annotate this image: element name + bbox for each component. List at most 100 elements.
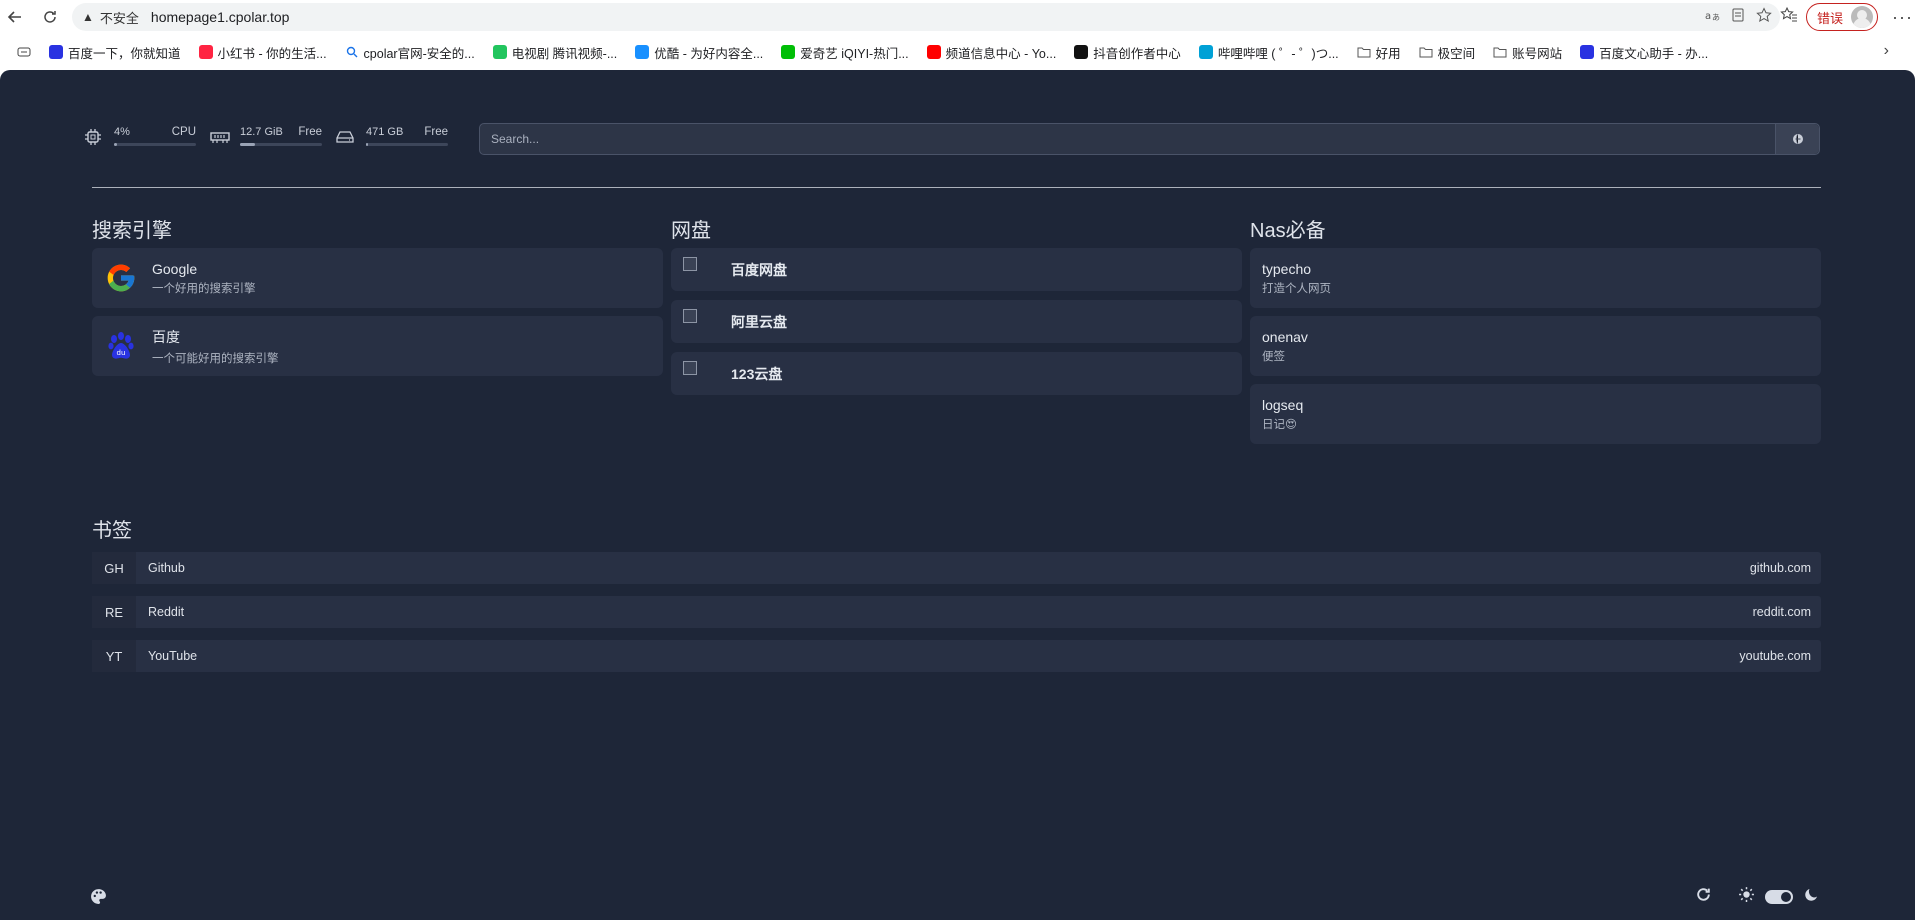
address-bar[interactable]: ▲ 不安全 homepage1.cpolar.top aあ (72, 3, 1780, 31)
bookmark-host: github.com (1749, 561, 1811, 575)
star-icon[interactable] (1756, 7, 1772, 27)
bookmark-item[interactable]: 极空间 (1410, 39, 1485, 65)
bookmark-abbr: YT (92, 640, 136, 672)
insecure-label[interactable]: 不安全 (100, 8, 139, 27)
theme-toggle[interactable] (1765, 890, 1793, 904)
douyin-icon (1074, 45, 1089, 59)
memory-stat: 12.7 GiB Free (210, 124, 322, 150)
service-card-typecho[interactable]: typecho 打造个人网页 (1250, 248, 1821, 308)
reload-icon[interactable] (39, 6, 61, 28)
bookmark-item[interactable]: 优酷 - 为好内容全... (626, 39, 772, 65)
svg-text:du: du (117, 349, 126, 357)
bookmark-label: 百度文心助手 - 办... (1599, 46, 1709, 61)
card-name: 123云盘 (731, 365, 783, 382)
bookmark-item[interactable]: 频道信息中心 - Yo... (918, 39, 1066, 65)
back-arrow-icon[interactable] (4, 6, 26, 28)
service-card-google[interactable]: Google 一个好用的搜索引擎 (92, 248, 663, 308)
hard-drive-icon (336, 129, 358, 145)
cpu-bar (114, 143, 196, 146)
card-desc: 便签 (1262, 350, 1285, 363)
moon-icon (1803, 887, 1819, 908)
card-name: 百度网盘 (731, 261, 787, 278)
baidu-icon (49, 45, 63, 59)
bookmark-abbr: GH (92, 552, 136, 584)
bookmark-row-github[interactable]: GH Github github.com (92, 552, 1821, 584)
service-card-onenav[interactable]: onenav 便签 (1250, 316, 1821, 376)
search-engine-button[interactable] (1775, 124, 1819, 154)
service-card-logseq[interactable]: logseq 日记😍 (1250, 384, 1821, 444)
bookmark-name: Reddit (148, 605, 185, 619)
disk-stat: 471 GB Free (336, 124, 448, 150)
memory-icon (210, 129, 232, 145)
iqiyi-icon (781, 45, 796, 59)
bookmark-item[interactable]: 爱奇艺 iQIYI-热门... (772, 39, 917, 65)
card-desc: 日记😍 (1262, 418, 1297, 431)
service-card-baidu[interactable]: du 百度 一个可能好用的搜索引擎 (92, 316, 663, 376)
search-box (479, 123, 1820, 155)
bookmark-item[interactable]: 哔哩哔哩 ( ゜- ゜)つ... (1190, 39, 1348, 65)
broken-image-icon (683, 308, 697, 323)
bookmark-label: 爱奇艺 iQIYI-热门... (800, 46, 909, 61)
disk-value: 471 GB (366, 126, 404, 138)
url-text[interactable]: homepage1.cpolar.top (151, 9, 290, 25)
disk-bar (366, 143, 448, 146)
system-stats: 4% CPU 12.7 GiB Free 471 GB Free (84, 124, 462, 150)
group-cloud-drives: 网盘 百度网盘 阿里云盘 123云盘 (671, 214, 1242, 404)
warning-icon: ▲ (82, 10, 94, 24)
bookmark-item[interactable]: 百度文心助手 - 办... (1571, 39, 1717, 65)
cpu-icon (84, 128, 106, 146)
cpu-label: CPU (171, 126, 196, 138)
card-name: Google (152, 260, 198, 277)
bookmark-item[interactable]: 电视剧 腾讯视频-... (484, 39, 627, 65)
cpu-value: 4% (114, 126, 130, 138)
homepage-dashboard: 4% CPU 12.7 GiB Free 471 GB Free Search.… (0, 70, 1915, 920)
bookmark-host: youtube.com (1739, 649, 1811, 663)
card-name: 阿里云盘 (731, 313, 787, 330)
google-icon (104, 261, 138, 295)
memory-bar (240, 143, 322, 146)
bookmark-label: 百度一下，你就知道 (68, 46, 181, 61)
bookmark-row-reddit[interactable]: RE Reddit reddit.com (92, 596, 1821, 628)
group-nas-essentials: Nas必备 typecho 打造个人网页 onenav 便签 logseq 日记… (1250, 214, 1821, 452)
bookmark-name: YouTube (148, 649, 198, 663)
chevron-right-icon[interactable]: › (1884, 42, 1889, 60)
bookmark-row-youtube[interactable]: YT YouTube youtube.com (92, 640, 1821, 672)
palette-icon[interactable] (90, 888, 107, 910)
profile-error-button[interactable]: 错误 (1806, 3, 1879, 31)
more-menu-icon[interactable]: ··· (1892, 7, 1913, 28)
bookmark-label: 好用 (1375, 46, 1401, 61)
bookmarks-toggle-icon[interactable] (8, 39, 40, 65)
bookmark-item[interactable]: 百度一下，你就知道 (40, 39, 190, 65)
search-icon (345, 45, 359, 59)
service-card-baidu-netdisk[interactable]: 百度网盘 (671, 248, 1242, 291)
folder-icon (1357, 45, 1371, 59)
bookmark-label: 电视剧 腾讯视频-... (511, 46, 618, 61)
bookmark-label: 哔哩哔哩 ( ゜- ゜)つ... (1217, 46, 1339, 61)
refresh-icon[interactable] (1695, 886, 1712, 908)
bookmark-label: 小红书 - 你的生活... (217, 46, 327, 61)
bookmark-item[interactable]: cpolar官网-安全的... (336, 39, 484, 65)
card-name: typecho (1262, 260, 1312, 277)
translate-icon[interactable]: aあ (1704, 7, 1720, 27)
memory-label: Free (298, 126, 322, 138)
bookmark-item[interactable]: 抖音创作者中心 (1065, 39, 1190, 65)
folder-icon (1493, 45, 1507, 59)
bookmark-item[interactable]: 账号网站 (1484, 39, 1571, 65)
bookmark-label: 账号网站 (1512, 46, 1563, 61)
service-card-aliyun-drive[interactable]: 阿里云盘 (671, 300, 1242, 343)
broken-image-icon (683, 256, 697, 271)
footer-controls (1695, 886, 1819, 908)
youtube-icon (926, 45, 941, 59)
card-desc: 打造个人网页 (1262, 282, 1331, 295)
reader-icon[interactable] (1730, 7, 1746, 27)
section-divider (92, 187, 1821, 188)
tencent-video-icon (492, 45, 507, 59)
browser-toolbar: ▲ 不安全 homepage1.cpolar.top aあ 错误 ··· (0, 0, 1915, 34)
search-input[interactable] (480, 132, 1775, 146)
bookmark-item[interactable]: 小红书 - 你的生活... (190, 39, 336, 65)
folder-icon (1419, 45, 1433, 59)
bookmark-item[interactable]: 好用 (1348, 39, 1410, 65)
bilibili-icon (1198, 45, 1213, 59)
service-card-123-drive[interactable]: 123云盘 (671, 352, 1242, 395)
favorites-icon[interactable] (1780, 6, 1798, 29)
